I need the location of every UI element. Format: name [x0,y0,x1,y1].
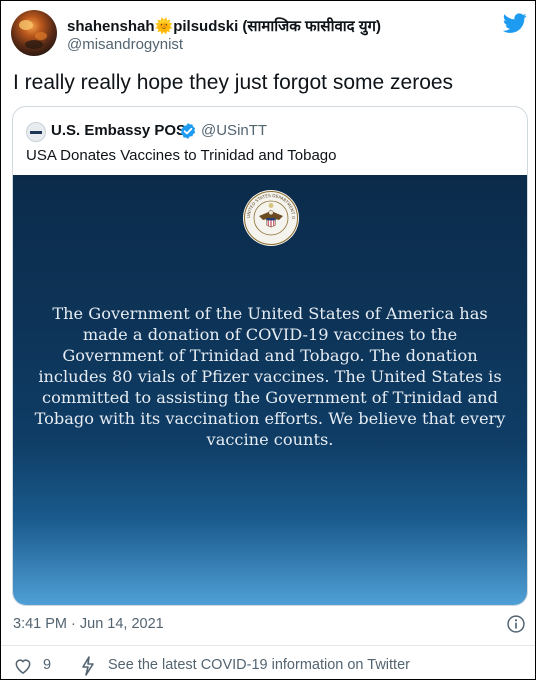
sun-emoji-icon: 🌞 [154,18,174,35]
like-count[interactable]: 9 [43,657,51,673]
twitter-bird-icon[interactable] [503,11,527,35]
info-icon[interactable] [506,614,526,634]
tweet-card: shahenshah🌞pilsudski (सामाजिक फासीवाद यु… [0,0,536,680]
tweet-timestamp[interactable]: 3:41 PM · Jun 14, 2021 [13,616,164,632]
lightning-icon [82,656,94,676]
tweet-text: I really really hope they just forgot so… [13,71,454,94]
author-name[interactable]: shahenshah🌞pilsudski (सामाजिक फासीवाद यु… [67,16,381,36]
author-avatar[interactable] [11,10,57,56]
author-name-suffix[interactable]: pilsudski (सामाजिक फासीवाद युग) [173,18,381,35]
author-handle[interactable]: @misandrogynist [67,36,183,53]
divider [1,645,535,646]
statement-text: The Government of the United States of A… [34,304,506,449]
quoted-author-name[interactable]: U.S. Embassy POS [51,122,186,139]
statement-image[interactable]: UNITED STATES DEPARTMENT OF STATE The Go… [13,175,527,605]
quoted-avatar[interactable] [26,122,46,142]
quoted-tweet-text: USA Donates Vaccines to Trinidad and Tob… [26,147,337,164]
quoted-tweet[interactable]: U.S. Embassy POS @USinTT USA Donates Vac… [12,106,528,606]
quoted-author-handle[interactable]: @USinTT [201,122,267,139]
covid-info-link[interactable]: See the latest COVID-19 information on T… [108,657,410,673]
department-of-state-seal-icon: UNITED STATES DEPARTMENT OF STATE [242,189,299,246]
verified-badge-icon [180,123,196,139]
author-name-text[interactable]: shahenshah [67,18,155,35]
heart-icon[interactable] [13,656,33,676]
